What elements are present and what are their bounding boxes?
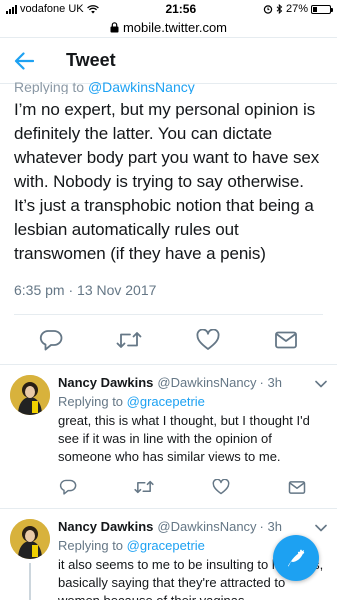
- main-tweet-timestamp[interactable]: 6:35 pm · 13 Nov 2017: [14, 282, 323, 315]
- retweet-icon: [116, 331, 142, 348]
- retweet-button[interactable]: [134, 477, 154, 497]
- reply-icon: [40, 329, 63, 350]
- reply-time: · 3h: [259, 375, 282, 390]
- url-bar[interactable]: mobile.twitter.com: [0, 18, 337, 38]
- url-text: mobile.twitter.com: [122, 20, 228, 35]
- status-right: 27%: [263, 3, 333, 15]
- status-left: vodafone UK: [6, 3, 99, 15]
- reply-text: great, this is what I thought, but I tho…: [58, 413, 310, 464]
- reply-button[interactable]: [58, 477, 78, 497]
- reply-tweet[interactable]: Nancy Dawkins @DawkinsNancy · 3h Replyin…: [0, 365, 337, 509]
- retweet-button[interactable]: [116, 327, 142, 353]
- direct-message-button[interactable]: [287, 477, 307, 497]
- back-button[interactable]: [12, 49, 36, 73]
- battery-percent: 27%: [285, 3, 308, 15]
- avatar[interactable]: [10, 519, 50, 559]
- reply-author-name[interactable]: Nancy Dawkins: [58, 519, 153, 534]
- reply-replying-to: Replying to @gracepetrie: [58, 394, 327, 409]
- replying-handle-link[interactable]: @gracepetrie: [127, 538, 205, 553]
- direct-message-button[interactable]: [273, 327, 299, 353]
- replying-prefix: Replying to: [58, 394, 127, 409]
- battery-icon: [311, 4, 333, 14]
- reply-author-handle[interactable]: @DawkinsNancy: [157, 519, 256, 534]
- replying-handle-link[interactable]: @gracepetrie: [127, 394, 205, 409]
- main-tweet-actions: [0, 315, 337, 365]
- reply-icon: [59, 479, 77, 495]
- status-time: 21:56: [165, 2, 197, 16]
- reply-header: Nancy Dawkins @DawkinsNancy · 3h: [58, 375, 327, 390]
- thread-line: [29, 563, 31, 600]
- wifi-icon: [86, 4, 99, 13]
- status-bar: vodafone UK 21:56 27%: [0, 0, 337, 18]
- reply-button[interactable]: [38, 327, 64, 353]
- reply-author-handle[interactable]: @DawkinsNancy: [157, 375, 256, 390]
- reply-header: Nancy Dawkins @DawkinsNancy · 3h: [58, 519, 327, 534]
- chevron-down-icon[interactable]: [315, 375, 327, 393]
- compose-feather-icon: [288, 549, 305, 567]
- like-button[interactable]: [195, 327, 221, 353]
- replying-prefix: Replying to: [58, 538, 127, 553]
- chevron-down-icon[interactable]: [315, 519, 327, 537]
- bluetooth-icon: [276, 4, 283, 14]
- lock-icon: [110, 22, 119, 33]
- reply-actions: [58, 466, 327, 508]
- avatar[interactable]: [10, 375, 50, 415]
- carrier-label: vodafone UK: [20, 3, 84, 15]
- avatar-image: [10, 519, 50, 559]
- compose-tweet-button[interactable]: [273, 535, 319, 581]
- main-replying-to: Replying to @DawkinsNancy: [14, 80, 323, 94]
- envelope-icon: [274, 331, 297, 348]
- envelope-icon: [288, 480, 306, 494]
- like-button[interactable]: [211, 477, 231, 497]
- battery-level: [313, 6, 318, 12]
- signal-icon: [6, 4, 17, 14]
- replying-handle-link[interactable]: @DawkinsNancy: [88, 80, 195, 94]
- page-header: Tweet: [0, 38, 337, 84]
- main-tweet: Replying to @DawkinsNancy I’m no expert,…: [0, 80, 337, 315]
- heart-icon: [196, 328, 220, 350]
- reply-body: Nancy Dawkins @DawkinsNancy · 3h Replyin…: [58, 375, 327, 508]
- retweet-icon: [134, 480, 154, 494]
- avatar-image: [10, 375, 50, 415]
- alarm-icon: [263, 5, 273, 14]
- back-arrow-icon: [14, 51, 34, 70]
- heart-icon: [212, 479, 230, 495]
- page-title: Tweet: [66, 50, 116, 70]
- main-tweet-text: I’m no expert, but my personal opinion i…: [14, 100, 320, 263]
- reply-author-name[interactable]: Nancy Dawkins: [58, 375, 153, 390]
- reply-time: · 3h: [259, 519, 282, 534]
- replying-prefix: Replying to: [14, 80, 88, 94]
